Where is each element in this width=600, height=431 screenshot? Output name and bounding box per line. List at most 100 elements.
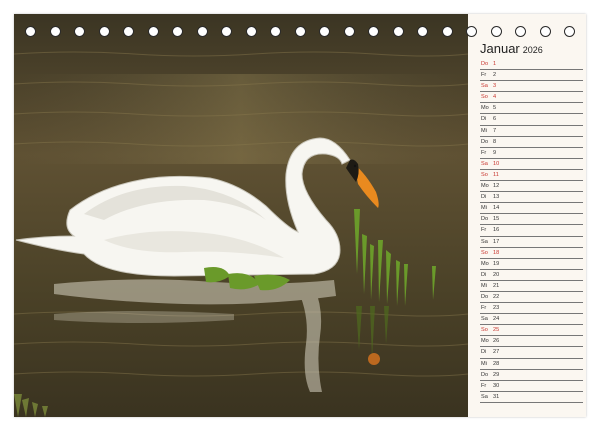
month-header: Januar 2026 bbox=[480, 40, 543, 58]
weekday-label: Sa bbox=[481, 238, 488, 245]
day-number: 3 bbox=[493, 83, 497, 90]
day-number: 18 bbox=[493, 249, 500, 256]
day-number: 27 bbox=[493, 349, 500, 356]
day-number: 2 bbox=[493, 72, 497, 79]
day-row: Do 8 bbox=[480, 137, 583, 148]
weekday-label: Di bbox=[481, 271, 487, 278]
binding-hole bbox=[98, 26, 110, 37]
day-number: 23 bbox=[493, 305, 500, 312]
weekday-label: Di bbox=[481, 194, 487, 201]
binding-hole bbox=[221, 26, 232, 37]
day-row: Mi 28 bbox=[480, 359, 583, 370]
day-row: Di 13 bbox=[480, 192, 583, 204]
binding-hole bbox=[515, 26, 526, 37]
binding-hole bbox=[441, 26, 453, 37]
day-number: 10 bbox=[493, 160, 500, 167]
calendar-panel: Januar 2026 Do 1 Fr 2 Sa 3 So 4 Mo 5 Di 6 Mi 7 Do 8 Fr 9 Sa… bbox=[468, 14, 586, 417]
binding-hole bbox=[123, 26, 134, 37]
day-number: 31 bbox=[493, 393, 500, 400]
day-row: Mo 12 bbox=[480, 181, 583, 193]
weekday-label: Do bbox=[481, 138, 489, 145]
binding-hole bbox=[417, 26, 428, 37]
weekday-label: Fr bbox=[481, 227, 487, 234]
day-number: 11 bbox=[493, 171, 499, 178]
day-row: Sa 31 bbox=[480, 392, 583, 403]
weekday-label: Fr bbox=[481, 382, 487, 389]
weekday-label: Fr bbox=[481, 149, 487, 156]
day-row: Do 29 bbox=[480, 370, 583, 381]
binding-hole bbox=[172, 26, 183, 37]
day-number: 14 bbox=[493, 205, 500, 212]
day-row: Fr 9 bbox=[480, 148, 583, 159]
binding-hole bbox=[49, 26, 61, 37]
day-row: Sa 10 bbox=[480, 159, 583, 170]
binding-hole bbox=[564, 26, 575, 37]
swan-photo bbox=[14, 14, 468, 417]
day-row: Mo 5 bbox=[480, 103, 583, 115]
day-list: Do 1 Fr 2 Sa 3 So 4 Mo 5 Di 6 Mi 7 Do 8 Fr 9 Sa 10 So 11 Mo 12 D… bbox=[480, 59, 583, 403]
day-row: Do 22 bbox=[480, 292, 583, 304]
swan-illustration bbox=[14, 14, 468, 417]
binding-hole bbox=[368, 26, 379, 37]
day-number: 19 bbox=[493, 260, 500, 267]
weekday-label: Sa bbox=[481, 83, 488, 90]
day-number: 25 bbox=[493, 327, 500, 334]
day-number: 15 bbox=[493, 216, 500, 223]
day-row: Sa 24 bbox=[480, 314, 583, 326]
binding-hole bbox=[392, 26, 404, 37]
weekday-label: Fr bbox=[481, 72, 487, 79]
weekday-label: Do bbox=[481, 371, 489, 378]
day-number: 13 bbox=[493, 194, 500, 201]
weekday-label: Sa bbox=[481, 393, 488, 400]
weekday-label: So bbox=[481, 94, 488, 101]
weekday-label: Mo bbox=[481, 260, 489, 267]
day-number: 1 bbox=[493, 61, 497, 67]
weekday-label: Do bbox=[481, 216, 489, 223]
day-row: So 11 bbox=[480, 170, 583, 182]
day-row: Sa 17 bbox=[480, 237, 583, 248]
day-number: 28 bbox=[493, 360, 500, 367]
calendar-page: Januar 2026 Do 1 Fr 2 Sa 3 So 4 Mo 5 Di 6 Mi 7 Do 8 Fr 9 Sa… bbox=[14, 14, 586, 417]
day-number: 30 bbox=[493, 382, 500, 389]
weekday-label: Di bbox=[481, 349, 487, 356]
weekday-label: Mi bbox=[481, 360, 487, 367]
day-row: Mo 26 bbox=[480, 336, 583, 348]
day-number: 4 bbox=[493, 94, 497, 101]
day-number: 6 bbox=[493, 116, 497, 123]
weekday-label: Di bbox=[481, 116, 487, 123]
binding-hole bbox=[25, 26, 36, 37]
day-number: 24 bbox=[493, 316, 500, 323]
day-row: Do 1 bbox=[480, 59, 583, 71]
day-row: Di 27 bbox=[480, 347, 583, 359]
binding-hole bbox=[270, 26, 281, 37]
day-number: 8 bbox=[493, 138, 497, 145]
binding-hole bbox=[490, 26, 502, 37]
day-row: Do 15 bbox=[480, 214, 583, 226]
day-number: 17 bbox=[493, 238, 500, 245]
day-number: 22 bbox=[493, 293, 500, 300]
weekday-label: So bbox=[481, 327, 488, 334]
day-number: 26 bbox=[493, 338, 500, 345]
weekday-label: Mi bbox=[481, 205, 487, 212]
day-row: Sa 3 bbox=[480, 81, 583, 93]
binding-hole bbox=[147, 26, 159, 37]
day-row: Di 6 bbox=[480, 114, 583, 126]
spiral-binding bbox=[14, 26, 586, 38]
day-row: Mi 21 bbox=[480, 281, 583, 292]
day-number: 29 bbox=[493, 371, 500, 378]
weekday-label: So bbox=[481, 249, 488, 256]
weekday-label: So bbox=[481, 171, 488, 178]
weekday-label: Mo bbox=[481, 183, 489, 190]
day-row: Fr 30 bbox=[480, 381, 583, 392]
day-number: 5 bbox=[493, 105, 497, 112]
day-number: 20 bbox=[493, 271, 500, 278]
binding-hole bbox=[294, 26, 306, 37]
year: 2026 bbox=[522, 45, 543, 55]
day-number: 9 bbox=[493, 149, 497, 156]
weekday-label: Mo bbox=[481, 338, 489, 345]
binding-hole bbox=[245, 26, 257, 37]
day-row: Fr 2 bbox=[480, 70, 583, 82]
weekday-label: Do bbox=[481, 61, 489, 67]
weekday-label: Mi bbox=[481, 282, 487, 289]
weekday-label: Do bbox=[481, 293, 489, 300]
